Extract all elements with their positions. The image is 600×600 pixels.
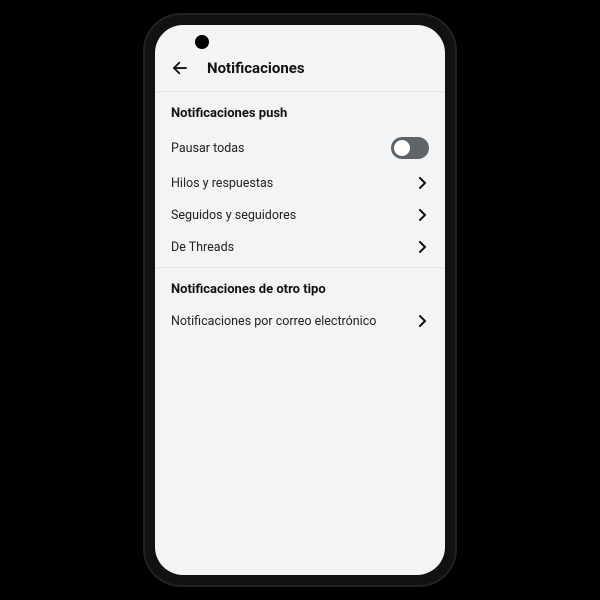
row-label: Pausar todas <box>171 141 245 156</box>
row-label: Notificaciones por correo electrónico <box>171 314 376 329</box>
row-email-notifications[interactable]: Notificaciones por correo electrónico <box>155 305 445 337</box>
chevron-right-icon <box>415 240 429 254</box>
row-following-followers[interactable]: Seguidos y seguidores <box>155 199 445 231</box>
page-title: Notificaciones <box>207 59 305 77</box>
phone-frame: Notificaciones Notificaciones push Pausa… <box>145 15 455 585</box>
section-header-push: Notificaciones push <box>155 106 445 129</box>
camera-hole <box>195 35 209 49</box>
section-other: Notificaciones de otro tipo Notificacion… <box>155 268 445 341</box>
toggle-pause-all[interactable] <box>391 137 429 159</box>
chevron-right-icon <box>415 176 429 190</box>
back-icon[interactable] <box>171 59 189 77</box>
section-push: Notificaciones push Pausar todas Hilos y… <box>155 92 445 268</box>
row-from-threads[interactable]: De Threads <box>155 231 445 263</box>
row-label: Seguidos y seguidores <box>171 208 296 223</box>
row-threads-replies[interactable]: Hilos y respuestas <box>155 167 445 199</box>
row-label: Hilos y respuestas <box>171 176 273 191</box>
screen: Notificaciones Notificaciones push Pausa… <box>155 25 445 575</box>
toggle-knob <box>394 140 410 156</box>
section-header-other: Notificaciones de otro tipo <box>155 282 445 305</box>
row-label: De Threads <box>171 240 234 255</box>
row-pause-all[interactable]: Pausar todas <box>155 129 445 167</box>
chevron-right-icon <box>415 208 429 222</box>
chevron-right-icon <box>415 314 429 328</box>
